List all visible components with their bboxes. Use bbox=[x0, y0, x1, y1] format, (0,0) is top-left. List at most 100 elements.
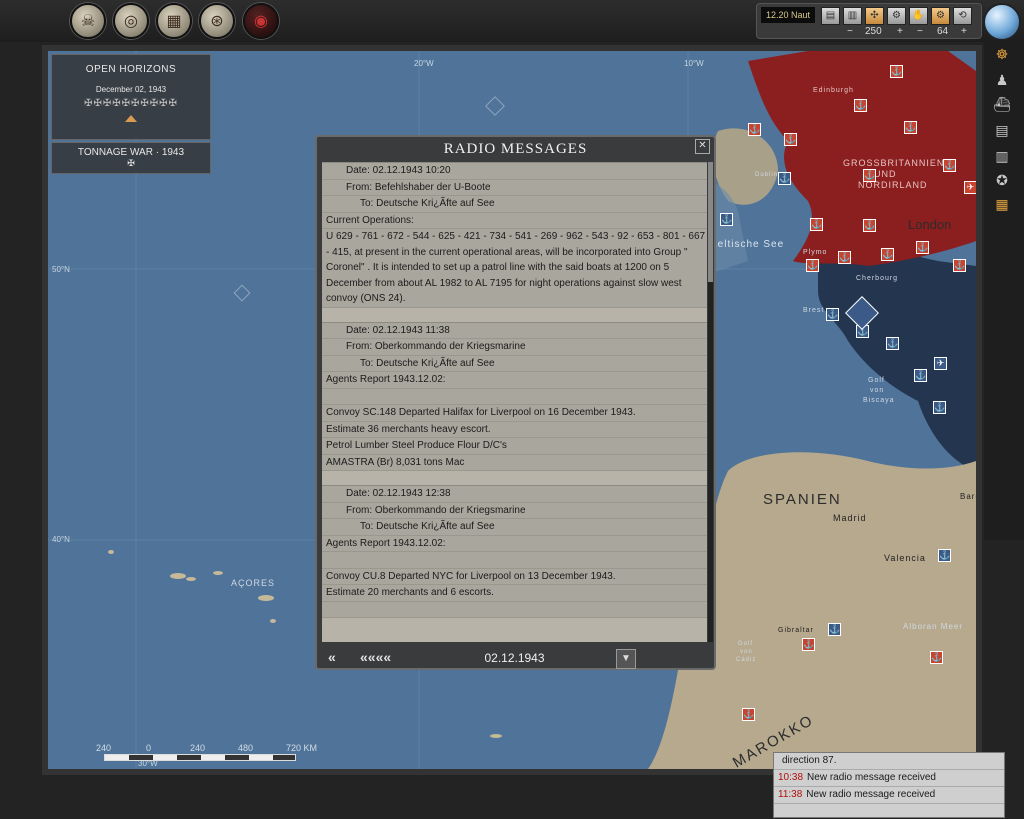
port-icon[interactable]: ⚓ bbox=[904, 121, 917, 134]
label-alboran: Alboran Meer bbox=[903, 622, 964, 631]
message-to: To: Deutsche Kri¿Ãfte auf See bbox=[322, 196, 707, 213]
message-line: AMASTRA (Br) 8,031 tons Mac bbox=[322, 455, 707, 471]
gear-icon: ⚙ bbox=[936, 10, 945, 21]
logbook-icon[interactable]: ▤ bbox=[990, 120, 1014, 140]
port-icon[interactable]: ⚓ bbox=[881, 248, 894, 261]
scale-240: 240 bbox=[190, 743, 206, 753]
radio-messages-window: RADIO MESSAGES ✕ Date: 02.12.1943 10:20 … bbox=[315, 135, 716, 670]
right-sidebar: ☸ ♟ ⛴ ▤ ▥ ✪ ▦ bbox=[984, 40, 1024, 540]
port-icon[interactable]: ⚓ bbox=[930, 651, 943, 664]
plus-right[interactable]: + bbox=[961, 26, 967, 37]
view-chart-button[interactable]: ▥ bbox=[843, 7, 862, 25]
target-button[interactable]: ◎ bbox=[113, 3, 149, 39]
port-icon[interactable]: ⚓ bbox=[916, 241, 929, 254]
crew-icon[interactable]: ♟ bbox=[990, 70, 1014, 90]
view-boat-button[interactable]: ⚙ bbox=[887, 7, 906, 25]
logbook-button[interactable]: ☠ bbox=[70, 3, 106, 39]
time-display: 12.20 Naut bbox=[761, 7, 815, 23]
airfield-icon[interactable]: ✈ bbox=[964, 181, 976, 194]
log-row: direction 87. bbox=[774, 753, 1004, 770]
hand-tool-button[interactable]: ✋ bbox=[909, 7, 928, 25]
message-line bbox=[322, 389, 707, 405]
sector-icon: ✣ bbox=[870, 10, 879, 21]
date-dropdown-button[interactable]: ▼ bbox=[616, 649, 636, 669]
port-icon[interactable]: ⚓ bbox=[806, 259, 819, 272]
message-date: Date: 02.12.1943 10:20 bbox=[322, 163, 707, 180]
port-icon[interactable]: ⚓ bbox=[914, 369, 927, 382]
port-icon[interactable]: ⚓ bbox=[748, 123, 761, 136]
label-plymouth: Plymo bbox=[803, 249, 828, 256]
awards-icon[interactable]: ✪ bbox=[990, 170, 1014, 190]
message-scrollbar[interactable] bbox=[708, 162, 713, 642]
port-icon[interactable]: ⚓ bbox=[863, 219, 876, 232]
close-icon[interactable]: ✕ bbox=[695, 139, 710, 154]
value-right: 64 bbox=[937, 26, 949, 37]
port-icon[interactable]: ⚓ bbox=[784, 133, 797, 146]
port-icon[interactable]: ⚓ bbox=[886, 337, 899, 350]
label-brest: Brest bbox=[803, 307, 825, 314]
message-to: To: Deutsche Kri¿Ãfte auf See bbox=[322, 519, 707, 536]
port-icon[interactable]: ⚓ bbox=[826, 308, 839, 321]
minus-right[interactable]: − bbox=[917, 26, 923, 37]
tonnage-panel[interactable]: TONNAGE WAR · 1943 ✠ bbox=[51, 142, 211, 174]
message-item[interactable]: Date: 02.12.1943 11:38 From: Oberkommand… bbox=[322, 321, 707, 471]
label-london: London bbox=[908, 217, 952, 232]
port-icon[interactable]: ⚓ bbox=[938, 549, 951, 562]
exit-button[interactable]: ⟲ bbox=[953, 7, 972, 25]
message-item[interactable]: Date: 02.12.1943 12:38 From: Oberkommand… bbox=[322, 485, 707, 618]
message-line: Petrol Lumber Steel Produce Flour D/C's bbox=[322, 438, 707, 455]
view-sector-button[interactable]: ✣ bbox=[865, 7, 884, 25]
message-date-display: 02.12.1943 bbox=[484, 651, 545, 665]
uboat-icon[interactable]: ⛴ bbox=[990, 94, 1014, 114]
label-acores: AÇORES bbox=[231, 578, 276, 588]
helm-icon[interactable]: ☸ bbox=[990, 44, 1014, 64]
port-icon[interactable]: ⚓ bbox=[742, 708, 755, 721]
label-cherbourg: Cherbourg bbox=[856, 275, 899, 282]
label-keltische: Keltische See bbox=[710, 239, 785, 250]
chart-icon: ▥ bbox=[847, 10, 858, 21]
view-map-button[interactable]: ▤ bbox=[821, 7, 840, 25]
port-icon[interactable]: ⚓ bbox=[778, 172, 791, 185]
port-icon[interactable]: ⚓ bbox=[943, 159, 956, 172]
campaign-date: December 02, 1943 bbox=[95, 85, 167, 94]
plus-left[interactable]: + bbox=[897, 26, 903, 37]
message-list[interactable]: Date: 02.12.1943 10:20 From: Befehlshabe… bbox=[322, 162, 707, 642]
port-icon[interactable]: ⚓ bbox=[720, 213, 733, 226]
port-icon[interactable]: ⚓ bbox=[838, 251, 851, 264]
airfield-icon[interactable]: ✈ bbox=[934, 357, 947, 370]
label-spanien: SPANIEN bbox=[763, 491, 842, 508]
scrollbar-thumb[interactable] bbox=[708, 162, 713, 282]
time-compression-panel: 12.20 Naut ▤ ▥ ✣ ⚙ ✋ ⚙ ⟲ − 250 + − 64 + bbox=[756, 3, 982, 39]
port-icon[interactable]: ⚓ bbox=[828, 623, 841, 636]
collapse-arrow-icon[interactable] bbox=[125, 115, 137, 122]
minus-left[interactable]: − bbox=[847, 26, 853, 37]
documents-icon[interactable]: ▥ bbox=[990, 146, 1014, 166]
port-icon[interactable]: ⚓ bbox=[863, 169, 876, 182]
message-date: Date: 02.12.1943 12:38 bbox=[322, 486, 707, 503]
port-icon[interactable]: ⚓ bbox=[890, 65, 903, 78]
port-icon[interactable]: ⚓ bbox=[933, 401, 946, 414]
label-cadiz-2: von bbox=[740, 649, 753, 655]
alert-button[interactable]: ◉ bbox=[243, 3, 279, 39]
port-icon[interactable]: ⚓ bbox=[953, 259, 966, 272]
message-line: Agents Report 1943.12.02: bbox=[322, 372, 707, 389]
globe-button[interactable] bbox=[983, 3, 1021, 41]
label-valencia: Valencia bbox=[884, 553, 926, 563]
port-icon[interactable]: ⚓ bbox=[810, 218, 823, 231]
campaign-title: OPEN HORIZONS bbox=[85, 64, 177, 75]
message-item[interactable]: Date: 02.12.1943 10:20 From: Befehlshabe… bbox=[322, 162, 707, 308]
message-from: From: Oberkommando der Kriegsmarine bbox=[322, 503, 707, 519]
log-text: New radio message received bbox=[806, 789, 936, 800]
grid-chart-icon: ▦ bbox=[166, 13, 182, 30]
label-edinburgh: Edinburgh bbox=[813, 87, 854, 94]
periscope-button[interactable]: ⊛ bbox=[199, 3, 235, 39]
label-barcelona: Barc bbox=[960, 492, 981, 501]
port-icon[interactable]: ⚓ bbox=[802, 638, 815, 651]
event-log[interactable]: direction 87. 10:38 New radio message rec… bbox=[773, 752, 1005, 818]
message-nav-bar: « «««« 02.12.1943 ▼ bbox=[322, 647, 707, 669]
settings-button[interactable]: ⚙ bbox=[931, 7, 950, 25]
chart-button[interactable]: ▦ bbox=[156, 3, 192, 39]
port-icon[interactable]: ⚓ bbox=[854, 99, 867, 112]
red-radar-icon: ◉ bbox=[254, 13, 268, 30]
radio-log-icon[interactable]: ▦ bbox=[990, 194, 1014, 214]
